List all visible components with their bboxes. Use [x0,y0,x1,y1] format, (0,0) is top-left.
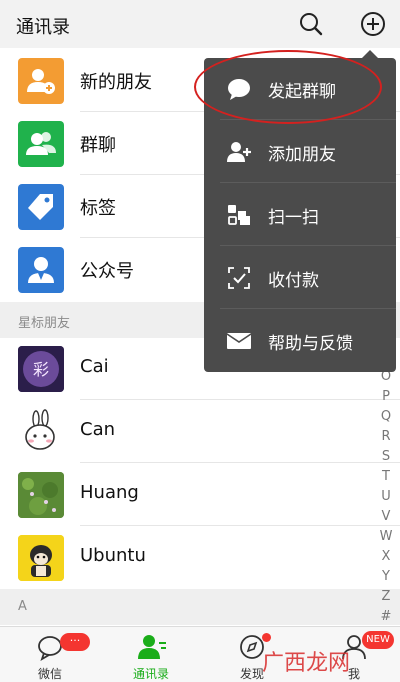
payment-icon [226,265,252,291]
menu-item-scan[interactable]: 扫一扫 [204,184,396,246]
menu-item-label: 添加朋友 [268,145,336,165]
contact-name: Huang [80,482,139,503]
contact-row[interactable]: Can [0,401,400,463]
index-letter[interactable]: U [376,489,396,504]
tab-label: 微信 [37,667,62,681]
menu-item-label: 扫一扫 [268,208,319,228]
contact-name: Cai [80,356,109,377]
entry-label: 新的朋友 [80,72,152,93]
search-icon[interactable] [297,10,325,38]
index-letter[interactable]: S [376,449,396,464]
index-letter[interactable]: R [376,429,396,444]
contact-name: Ubuntu [80,545,146,566]
menu-item-label: 帮助与反馈 [268,334,353,354]
tab-label: 通讯录 [132,667,169,681]
top-bar: 通讯录 [0,0,400,48]
divider [220,182,396,183]
entry-label: 群聊 [80,135,116,156]
index-letter[interactable]: T [376,469,396,484]
entry-label: 公众号 [80,261,134,282]
dot-badge [262,633,271,642]
plus-circle-icon[interactable] [359,10,387,38]
new-badge: NEW [362,631,394,649]
contact-name: Can [80,419,116,440]
section-label: 星标朋友 [18,316,71,331]
menu-item-add-friends[interactable]: 添加朋友 [204,121,396,183]
section-label: A [18,599,27,614]
contact-row[interactable]: Ubuntu [0,527,400,589]
index-letter[interactable]: X [376,549,396,564]
index-letter[interactable]: Q [376,409,396,424]
index-letter[interactable]: # [376,609,396,624]
section-header-a: A [0,589,400,625]
divider [80,525,400,526]
add-friend-icon [226,139,252,165]
menu-item-help-feedback[interactable]: 帮助与反馈 [204,310,396,372]
menu-item-label: 收付款 [268,271,319,291]
tab-chats[interactable]: ··· 微信 [10,627,90,682]
watermark: 广西龙网 [262,651,351,676]
contacts-icon [137,633,167,665]
avatar [18,535,64,581]
mail-icon [226,328,252,354]
entry-label: 标签 [80,198,116,219]
avatar: 彩 [18,346,64,392]
svg-text:彩: 彩 [33,360,49,379]
official-account-icon [18,247,64,293]
divider [220,308,396,309]
avatar [18,409,64,455]
avatar [18,472,64,518]
group-icon [18,121,64,167]
unread-badge: ··· [60,633,90,651]
index-letter[interactable]: Z [376,589,396,604]
scan-icon [226,202,252,228]
divider [220,245,396,246]
divider [80,462,400,463]
page-title: 通讯录 [16,17,70,38]
index-letter[interactable]: P [376,389,396,404]
divider [80,399,400,400]
menu-item-money[interactable]: 收付款 [204,247,396,309]
index-letter[interactable]: W [376,529,396,544]
contact-row[interactable]: Huang [0,464,400,526]
index-letter[interactable]: Y [376,569,396,584]
index-letter[interactable]: V [376,509,396,524]
highlight-circle [194,50,382,124]
tab-contacts[interactable]: 通讯录 [111,627,191,682]
tag-icon [18,184,64,230]
add-friend-icon [18,58,64,104]
